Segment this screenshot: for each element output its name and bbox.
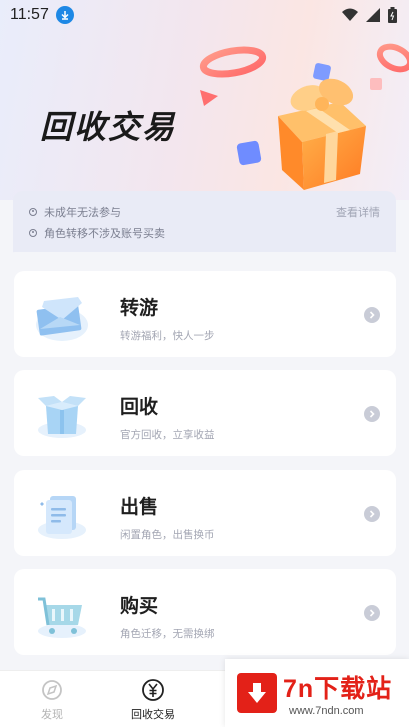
- bullet-icon: [29, 228, 37, 237]
- card-subtitle: 闲置角色，出售换币: [120, 529, 215, 541]
- notice-text: 未成年无法参与: [44, 205, 121, 219]
- chevron-right-icon: [364, 307, 380, 323]
- tab-recycle-trade[interactable]: 回收交易: [113, 677, 193, 722]
- bullet-icon: [29, 207, 37, 216]
- download-arrow-icon: [237, 673, 277, 713]
- envelope-icon: [36, 297, 88, 341]
- chevron-right-icon: [364, 506, 380, 522]
- status-time: 11:57: [10, 6, 49, 23]
- document-icon: [38, 496, 86, 539]
- page-title: 回收交易: [40, 108, 177, 146]
- card-subtitle: 角色迁移，无需换绑: [120, 628, 215, 640]
- card-recycle[interactable]: 回收 官方回收，立享收益: [14, 370, 396, 456]
- notice-item: 角色转移不涉及账号买卖: [29, 222, 380, 243]
- tab-discover[interactable]: 发现: [12, 677, 92, 722]
- notice-item: 未成年无法参与 查看详情: [29, 201, 380, 222]
- card-sell[interactable]: 出售 闲置角色，出售换币: [14, 470, 396, 556]
- card-subtitle: 官方回收，立享收益: [120, 429, 215, 441]
- watermark-badge: 7n下载站 www.7ndn.com: [225, 659, 409, 727]
- card-title: 回收: [120, 396, 159, 418]
- status-bar: 11:57: [0, 0, 409, 30]
- watermark-title: 7n下载站: [283, 675, 393, 703]
- card-title: 购买: [120, 595, 159, 617]
- view-details-link[interactable]: 查看详情: [336, 204, 380, 220]
- status-indicators: [342, 7, 397, 23]
- tab-label: 发现: [41, 708, 63, 721]
- card-transfer[interactable]: 转游 转游福利，快人一步: [14, 271, 396, 357]
- wifi-icon: [342, 8, 358, 21]
- notice-text: 角色转移不涉及账号买卖: [44, 226, 165, 240]
- notice-panel: 未成年无法参与 查看详情 角色转移不涉及账号买卖: [13, 191, 396, 253]
- chevron-right-icon: [364, 605, 380, 621]
- chevron-right-icon: [364, 406, 380, 422]
- shopping-cart-icon: [38, 597, 86, 638]
- discover-icon: [42, 680, 62, 700]
- card-subtitle: 转游福利，快人一步: [120, 330, 215, 342]
- hero-banner: 回收交易: [0, 0, 409, 200]
- card-title: 出售: [120, 496, 159, 518]
- signal-icon: [366, 8, 380, 22]
- main-content: 转游 转游福利，快人一步 回收 官方回收，立享收益 出售 闲置角色，出售换币 购…: [0, 252, 409, 670]
- download-status-icon: [55, 6, 74, 24]
- card-buy[interactable]: 购买 角色迁移，无需换绑: [14, 569, 396, 655]
- tab-label: 回收交易: [131, 708, 175, 721]
- recycle-box-icon: [38, 396, 86, 438]
- yuan-icon: [142, 679, 164, 701]
- watermark-url: www.7ndn.com: [289, 705, 364, 717]
- gift-box-illustration: [199, 43, 409, 190]
- battery-icon: [388, 7, 397, 23]
- card-title: 转游: [120, 297, 159, 319]
